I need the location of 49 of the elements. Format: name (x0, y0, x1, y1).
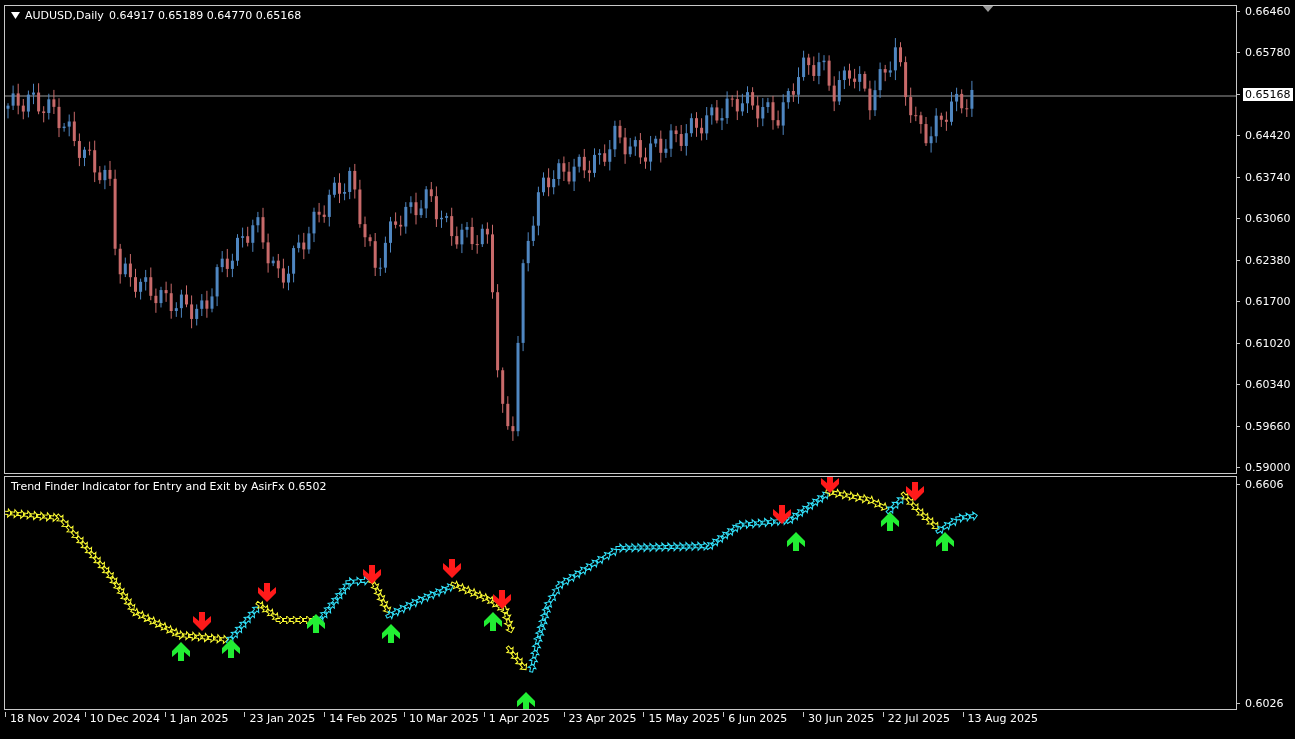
down-arrow-icon (773, 505, 791, 524)
down-arrow-icon (193, 612, 211, 631)
up-arrow-icon (484, 612, 502, 631)
date-label: 23 Apr 2025 (567, 712, 638, 725)
price-label: 0.61700 (1244, 295, 1292, 309)
up-arrow-icon (936, 532, 954, 551)
up-arrow-icon (307, 614, 325, 633)
date-label: 1 Jan 2025 (168, 712, 230, 725)
date-label: 14 Feb 2025 (328, 712, 399, 725)
ohlc-values: 0.64917 0.65189 0.64770 0.65168 (108, 9, 302, 22)
date-label: 22 Jul 2025 (886, 712, 952, 725)
down-arrow-icon (443, 559, 461, 578)
symbol-title: AUDUSD,Daily (25, 9, 104, 22)
price-label: 0.62380 (1244, 253, 1292, 267)
price-label: 0.61020 (1244, 336, 1292, 350)
price-label: 0.63060 (1244, 212, 1292, 226)
price-label: 0.65780 (1244, 46, 1292, 60)
price-label: 0.59660 (1244, 419, 1292, 433)
price-label: 0.60340 (1244, 378, 1292, 392)
down-arrow-icon (363, 565, 381, 584)
indicator-title: Trend Finder Indicator for Entry and Exit by AsirFx 0.6502 (11, 480, 327, 493)
up-arrow-icon (881, 512, 899, 531)
shift-marker-icon[interactable] (982, 6, 994, 13)
down-arrow-icon (493, 590, 511, 609)
price-label: 0.59000 (1244, 461, 1292, 474)
indicator-scale-label: 0.6606 (1244, 478, 1285, 491)
up-arrow-icon (787, 532, 805, 551)
date-label: 30 Jun 2025 (806, 712, 876, 725)
down-arrow-icon (906, 482, 924, 501)
date-label: 15 May 2025 (647, 712, 722, 725)
price-label: 0.63740 (1244, 170, 1292, 184)
date-label: 13 Aug 2025 (966, 712, 1040, 725)
price-label: 0.64420 (1244, 129, 1292, 143)
up-arrow-icon (222, 639, 240, 658)
indicator-scale-label: 0.6026 (1244, 697, 1285, 710)
date-label: 18 Nov 2024 (9, 712, 82, 725)
up-arrow-icon (382, 624, 400, 643)
up-arrow-icon (517, 692, 535, 709)
date-label: 10 Mar 2025 (408, 712, 480, 725)
dropdown-triangle-icon[interactable] (11, 12, 20, 19)
down-arrow-icon (258, 583, 276, 602)
down-arrow-icon (821, 477, 839, 493)
date-label: 6 Jun 2025 (727, 712, 789, 725)
up-arrow-icon (172, 642, 190, 661)
date-label: 23 Jan 2025 (248, 712, 317, 725)
date-label: 1 Apr 2025 (487, 712, 551, 725)
current-price-tag: 0.65168 (1243, 87, 1293, 101)
price-label: 0.66460 (1244, 5, 1292, 18)
date-label: 10 Dec 2024 (88, 712, 162, 725)
